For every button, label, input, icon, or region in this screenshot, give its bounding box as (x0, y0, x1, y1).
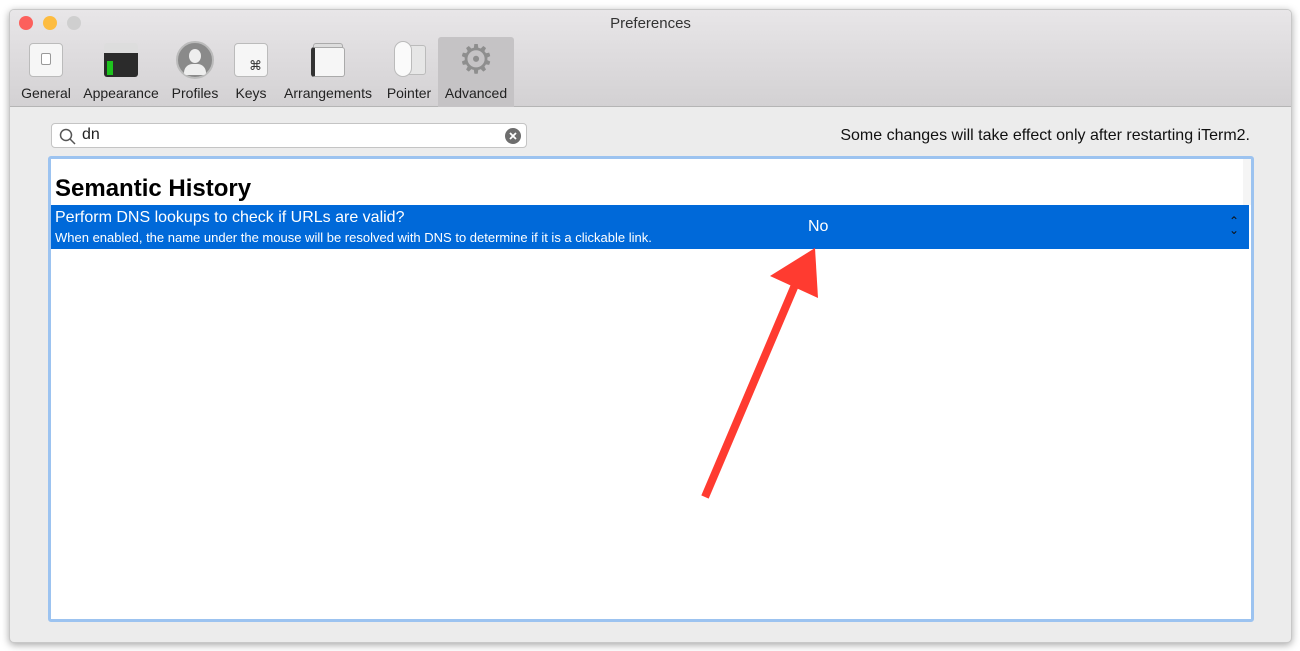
annotation-arrow (701, 248, 818, 499)
